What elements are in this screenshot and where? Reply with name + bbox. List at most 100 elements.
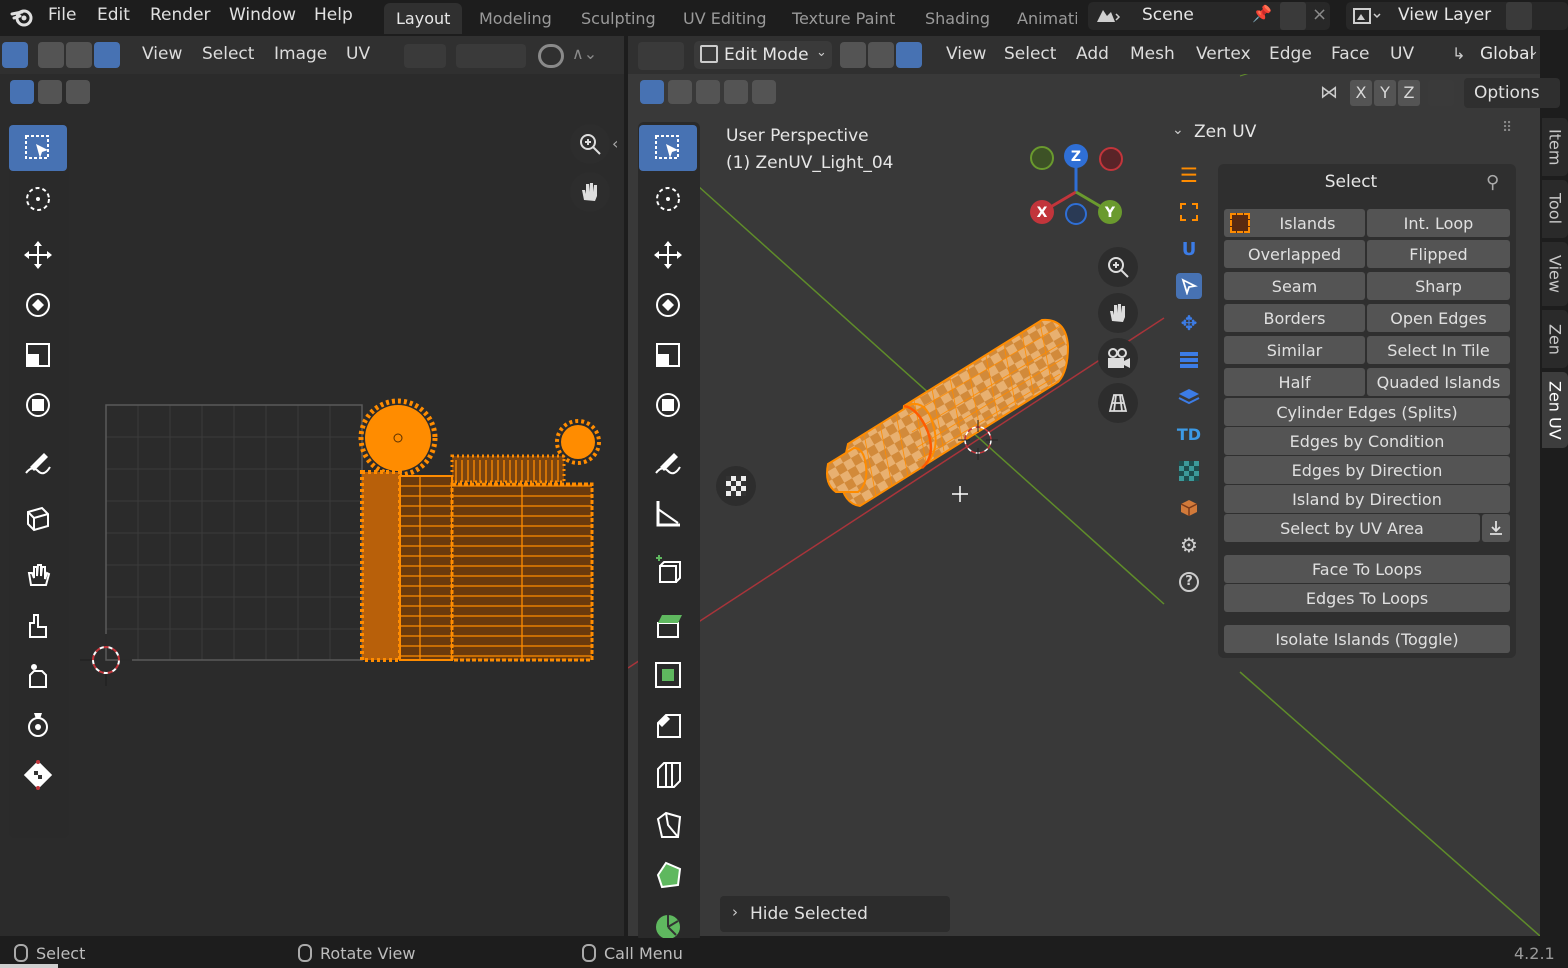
menu-edit[interactable]: Edit — [97, 5, 130, 25]
edge-mode-icon[interactable] — [868, 42, 894, 68]
zen-checker-icon[interactable] — [1176, 458, 1202, 484]
inset-tool-icon[interactable] — [639, 652, 697, 698]
vp-select-intersect-icon[interactable] — [752, 80, 776, 104]
checker-texture-icon[interactable] — [716, 466, 756, 506]
gizmo-neg-y-icon[interactable] — [1030, 146, 1054, 170]
measure-tool-icon[interactable] — [639, 490, 697, 536]
ortho-toggle-icon[interactable] — [1098, 383, 1138, 423]
tab-item[interactable]: Item — [1542, 118, 1568, 176]
vp-move-tool-icon[interactable] — [639, 232, 697, 278]
tab-texture-paint[interactable]: Texture Paint — [780, 3, 907, 34]
options-dropdown[interactable]: Options — [1464, 78, 1560, 108]
edges-by-direction-button[interactable]: Edges by Direction — [1224, 456, 1510, 484]
menu-help[interactable]: Help — [314, 5, 353, 25]
isolate-islands-button[interactable]: Isolate Islands (Toggle) — [1224, 625, 1510, 653]
extrude-tool-icon[interactable] — [639, 602, 697, 648]
new-scene-icon[interactable] — [1280, 2, 1306, 30]
select-borders-button[interactable]: Borders — [1224, 304, 1365, 332]
panel-pin-icon[interactable]: ⚲ — [1486, 172, 1499, 193]
pin-icon[interactable]: 📌 — [1252, 4, 1272, 23]
select-int-loop-button[interactable]: Int. Loop — [1367, 209, 1510, 237]
uv-islands[interactable] — [358, 398, 601, 662]
face-mode-icon[interactable] — [896, 42, 922, 68]
tab-modeling[interactable]: Modeling — [467, 3, 564, 34]
vp-menu-face[interactable]: Face — [1331, 44, 1369, 64]
vp-annotate-tool-icon[interactable] — [639, 440, 697, 486]
zen-u-icon[interactable]: U — [1176, 236, 1202, 262]
zen-transform-icon[interactable]: ✥ — [1176, 310, 1202, 336]
mirror-z-toggle[interactable]: Z — [1398, 80, 1420, 106]
face-to-loops-button[interactable]: Face To Loops — [1224, 555, 1510, 583]
gizmo-neg-z-icon[interactable] — [1065, 203, 1087, 225]
vp-menu-select[interactable]: Select — [1004, 44, 1056, 64]
close-icon[interactable]: × — [1312, 4, 1327, 25]
navigation-gizmo[interactable]: Z X Y — [1024, 140, 1134, 236]
zen-table-icon[interactable] — [1176, 347, 1202, 373]
select-seam-button[interactable]: Seam — [1224, 272, 1365, 300]
menu-file[interactable]: File — [48, 5, 76, 25]
zen-td-icon[interactable]: TD — [1176, 421, 1202, 447]
last-operator-panel[interactable]: › Hide Selected — [720, 896, 950, 932]
mode-selector[interactable]: Edit Mode ⌄ — [694, 41, 832, 69]
mesh-object[interactable] — [826, 318, 1070, 508]
orientation-selector[interactable]: ↳ Global ⌄ — [1446, 41, 1540, 69]
vp-pan-hand-icon[interactable] — [1098, 293, 1138, 333]
zen-uv-panel-header[interactable]: ⌄ Zen UV ⠿ — [1162, 112, 1542, 152]
bevel-tool-icon[interactable] — [639, 702, 697, 748]
tab-animation[interactable]: Animati — [1005, 3, 1077, 34]
vp-select-box-tool-icon[interactable] — [639, 125, 697, 171]
poly-build-tool-icon[interactable] — [639, 852, 697, 898]
tab-shading[interactable]: Shading — [913, 3, 1002, 34]
island-by-direction-button[interactable]: Island by Direction — [1224, 485, 1510, 513]
zen-settings-gear-icon[interactable]: ⚙ — [1176, 532, 1202, 558]
vp-cursor-tool-icon[interactable] — [639, 176, 697, 222]
topology-mirror-icon[interactable] — [1428, 80, 1454, 106]
select-in-tile-button[interactable]: Select In Tile — [1367, 336, 1510, 364]
view-layer-selector[interactable]: View Layer — [1346, 2, 1568, 30]
tab-uv-editing[interactable]: UV Editing — [671, 3, 778, 34]
add-cube-tool-icon[interactable] — [639, 547, 697, 593]
uv-canvas[interactable] — [0, 36, 624, 936]
uv-editor[interactable]: View Select Image UV ∧⌄ ‹ — [0, 36, 624, 936]
vp-menu-uv[interactable]: UV — [1390, 44, 1414, 64]
knife-tool-icon[interactable] — [639, 802, 697, 848]
select-islands-button[interactable]: Islands — [1224, 209, 1365, 237]
select-half-button[interactable]: Half — [1224, 368, 1365, 396]
select-sharp-button[interactable]: Sharp — [1367, 272, 1510, 300]
gizmo-neg-x-icon[interactable] — [1099, 147, 1123, 171]
zen-select-icon[interactable] — [1176, 273, 1202, 299]
tab-view[interactable]: View — [1542, 242, 1568, 306]
tab-zen-uv[interactable]: Zen UV — [1542, 372, 1568, 448]
zen-layers-icon[interactable] — [1176, 384, 1202, 410]
vp-menu-edge[interactable]: Edge — [1269, 44, 1312, 64]
drag-handle-icon[interactable]: ⠿ — [1502, 120, 1512, 136]
zen-help-icon[interactable]: ? — [1176, 569, 1202, 595]
vp-menu-vertex[interactable]: Vertex — [1196, 44, 1251, 64]
zen-uv-islands-icon[interactable] — [1176, 199, 1202, 225]
vp-menu-add[interactable]: Add — [1076, 44, 1109, 64]
vp-rotate-tool-icon[interactable] — [639, 282, 697, 328]
camera-view-icon[interactable] — [1098, 338, 1138, 378]
vp-select-new-icon[interactable] — [640, 80, 664, 104]
vp-select-invert-icon[interactable] — [724, 80, 748, 104]
menu-window[interactable]: Window — [229, 5, 296, 25]
mirror-icon[interactable]: ⋈ — [1320, 82, 1338, 103]
scene-selector[interactable]: Scene 📌 × — [1088, 2, 1330, 30]
vp-menu-view[interactable]: View — [946, 44, 986, 64]
select-flipped-button[interactable]: Flipped — [1367, 240, 1510, 268]
loop-cut-tool-icon[interactable] — [639, 752, 697, 798]
edges-by-condition-button[interactable]: Edges by Condition — [1224, 427, 1510, 455]
vp-transform-tool-icon[interactable] — [639, 382, 697, 428]
editor-type-icon[interactable] — [638, 42, 684, 70]
tab-layout[interactable]: Layout — [384, 3, 463, 34]
vp-select-subtract-icon[interactable] — [696, 80, 720, 104]
tab-tool[interactable]: Tool — [1542, 180, 1568, 238]
zen-pack-icon[interactable] — [1176, 495, 1202, 521]
menu-render[interactable]: Render — [150, 5, 211, 25]
vp-menu-mesh[interactable]: Mesh — [1130, 44, 1175, 64]
cylinder-edges-button[interactable]: Cylinder Edges (Splits) — [1224, 398, 1510, 426]
new-view-layer-icon[interactable] — [1506, 2, 1532, 30]
select-overlapped-button[interactable]: Overlapped — [1224, 240, 1365, 268]
select-quaded-islands-button[interactable]: Quaded Islands — [1367, 368, 1510, 396]
tab-zen[interactable]: Zen — [1542, 310, 1568, 368]
